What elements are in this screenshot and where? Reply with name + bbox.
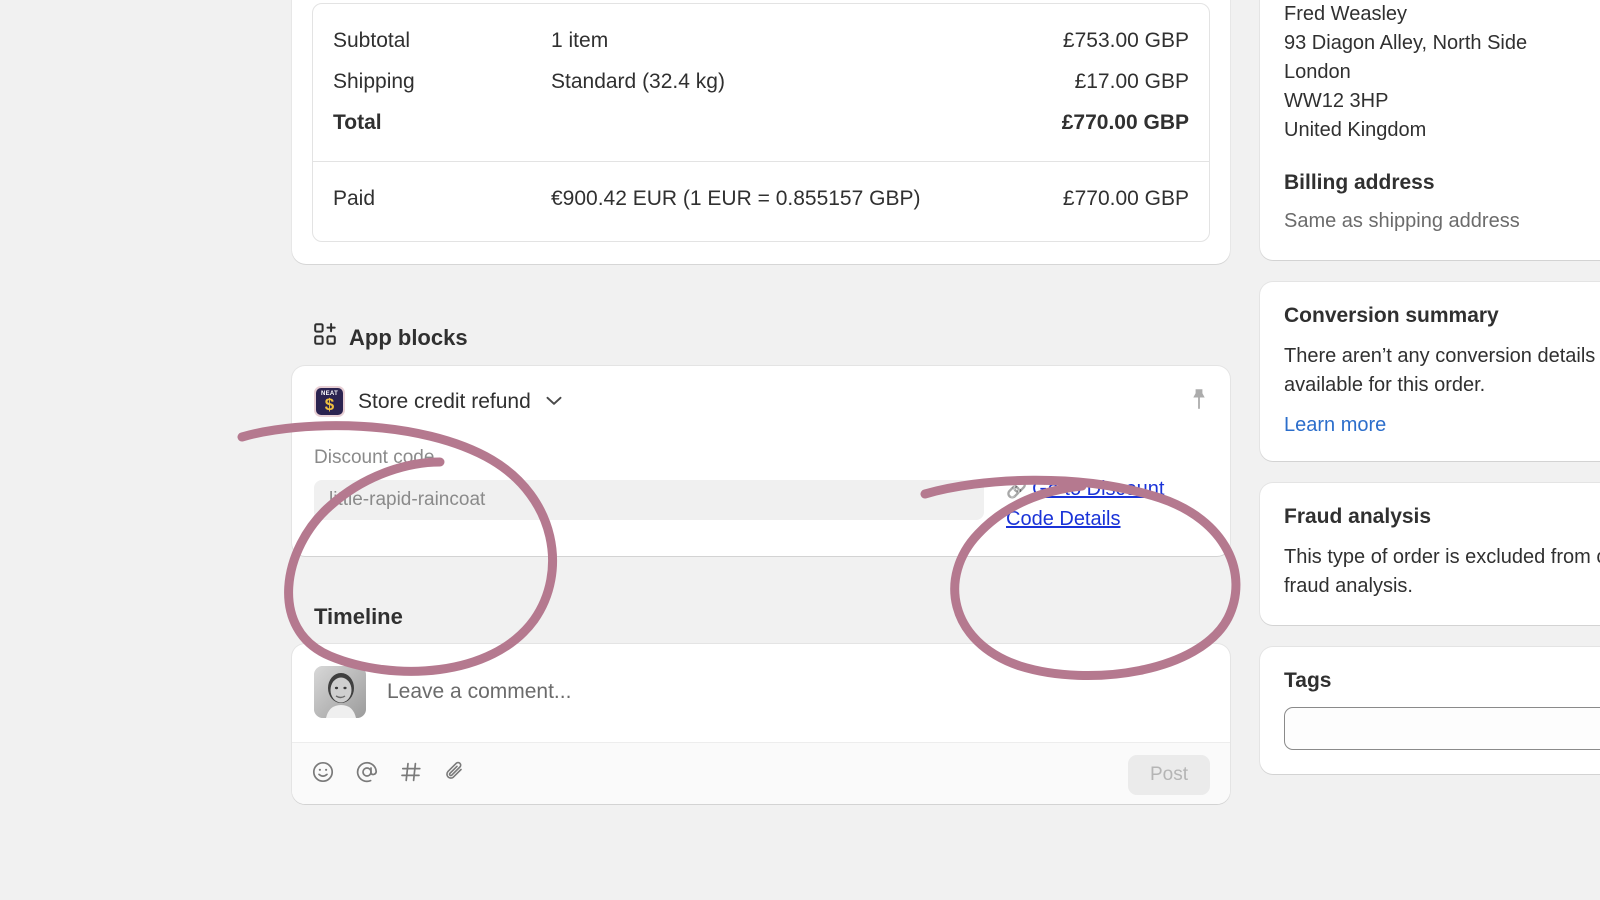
conversion-summary-body: There aren’t any conversion details avai… — [1284, 345, 1596, 396]
address-line: Fred Weasley — [1284, 3, 1408, 25]
row-amount: £753.00 GBP — [1062, 29, 1189, 52]
paid-row-wrapper: Paid €900.42 EUR (1 EUR = 0.855157 GBP) … — [313, 161, 1209, 241]
user-avatar — [314, 666, 366, 719]
block-header[interactable]: NEAT $ Store credit refund — [314, 386, 1208, 417]
timeline-card: Leave a comment... Post — [292, 644, 1230, 805]
fraud-analysis-heading: Fraud analysis — [1284, 505, 1432, 528]
totals-body: Subtotal 1 item £753.00 GBP Shipping Sta… — [313, 4, 1209, 161]
row-label: Shipping — [333, 70, 415, 93]
post-comment-button[interactable]: Post — [1127, 754, 1210, 795]
conversion-summary-heading: Conversion summary — [1284, 304, 1499, 327]
table-row: Paid €900.42 EUR (1 EUR = 0.855157 GBP) … — [333, 178, 1189, 219]
table-row: Total £770.00 GBP — [333, 102, 1189, 143]
row-detail: 1 item — [551, 29, 609, 52]
hashtag-icon[interactable] — [400, 761, 422, 788]
chevron-down-icon[interactable] — [546, 393, 562, 410]
table-row: Subtotal 1 item £753.00 GBP — [333, 20, 1189, 61]
conversion-summary-card: Conversion summary There aren’t any conv… — [1260, 282, 1600, 461]
shipping-address-card: Shipping address Fred Weasley 93 Diagon … — [1260, 0, 1600, 260]
comment-toolbar: Post — [292, 742, 1230, 805]
block-body: Discount code 🔗Go to Discount Code Detai… — [314, 447, 1208, 534]
neat-app-icon: NEAT $ — [314, 386, 345, 417]
billing-address-value: Same as shipping address — [1284, 210, 1520, 232]
discount-code-label: Discount code — [314, 447, 435, 468]
address-line: WW12 3HP — [1284, 90, 1389, 112]
row-label: Paid — [333, 187, 376, 210]
right-sidebar: Shipping address Fred Weasley 93 Diagon … — [1260, 0, 1600, 796]
block-title: Store credit refund — [358, 389, 531, 413]
discount-code-input[interactable] — [314, 480, 984, 520]
shipping-address-lines: Fred Weasley 93 Diagon Alley, North Side… — [1284, 0, 1600, 145]
tags-heading: Tags — [1284, 669, 1332, 692]
timeline-heading: Timeline — [314, 604, 403, 630]
pushpin-icon[interactable] — [1190, 387, 1208, 416]
table-row: Shipping Standard (32.4 kg) £17.00 GBP — [333, 61, 1189, 102]
row-amount: £17.00 GBP — [1074, 70, 1189, 93]
store-credit-refund-block: NEAT $ Store credit refund Discount code… — [292, 366, 1230, 557]
discount-code-field-group: Discount code — [314, 447, 984, 520]
tags-input[interactable] — [1284, 707, 1600, 750]
order-detail-page: Paid Subtotal 1 item £753.00 GBP Shippin… — [0, 0, 1600, 900]
address-line: United Kingdom — [1284, 119, 1427, 141]
main-column: Paid Subtotal 1 item £753.00 GBP Shippin… — [292, 0, 1230, 805]
comment-composer-row[interactable]: Leave a comment... — [292, 644, 1230, 742]
comment-placeholder[interactable]: Leave a comment... — [387, 680, 571, 704]
conversion-learn-more-link[interactable]: Learn more — [1284, 414, 1386, 437]
billing-address-heading: Billing address — [1284, 171, 1435, 194]
row-detail: €900.42 EUR (1 EUR = 0.855157 GBP) — [551, 187, 921, 210]
tags-card: Tags — [1260, 647, 1600, 774]
discount-link-wrapper: 🔗 Go to Discount Code Details — [1006, 447, 1196, 534]
go-to-discount-code-details-link[interactable]: Go to Discount Code Details — [1006, 478, 1164, 530]
row-label: Subtotal — [333, 29, 411, 52]
app-blocks-grid-icon — [314, 323, 337, 352]
app-blocks-title: App blocks — [349, 324, 468, 350]
row-label: Total — [333, 111, 382, 134]
fraud-analysis-body: This type of order is excluded from card… — [1284, 546, 1600, 597]
payment-card: Paid Subtotal 1 item £753.00 GBP Shippin… — [292, 0, 1230, 264]
address-line: London — [1284, 61, 1351, 83]
attachment-icon[interactable] — [444, 761, 466, 788]
app-blocks-heading: App blocks — [314, 323, 1230, 352]
totals-table: Subtotal 1 item £753.00 GBP Shipping Sta… — [312, 3, 1210, 242]
link-chain-icon: 🔗 — [1006, 480, 1028, 499]
row-amount: £770.00 GBP — [1061, 111, 1189, 134]
mention-icon[interactable] — [356, 761, 378, 788]
toolbar-icon-group — [312, 761, 466, 788]
app-icon-symbol: $ — [324, 395, 335, 414]
billing-address-group: Billing address Same as shipping address — [1284, 171, 1600, 236]
emoji-icon[interactable] — [312, 761, 334, 788]
row-detail: Standard (32.4 kg) — [551, 70, 725, 93]
address-line: 93 Diagon Alley, North Side — [1284, 32, 1528, 54]
row-amount: £770.00 GBP — [1062, 187, 1189, 210]
fraud-analysis-card: Fraud analysis This type of order is exc… — [1260, 483, 1600, 625]
